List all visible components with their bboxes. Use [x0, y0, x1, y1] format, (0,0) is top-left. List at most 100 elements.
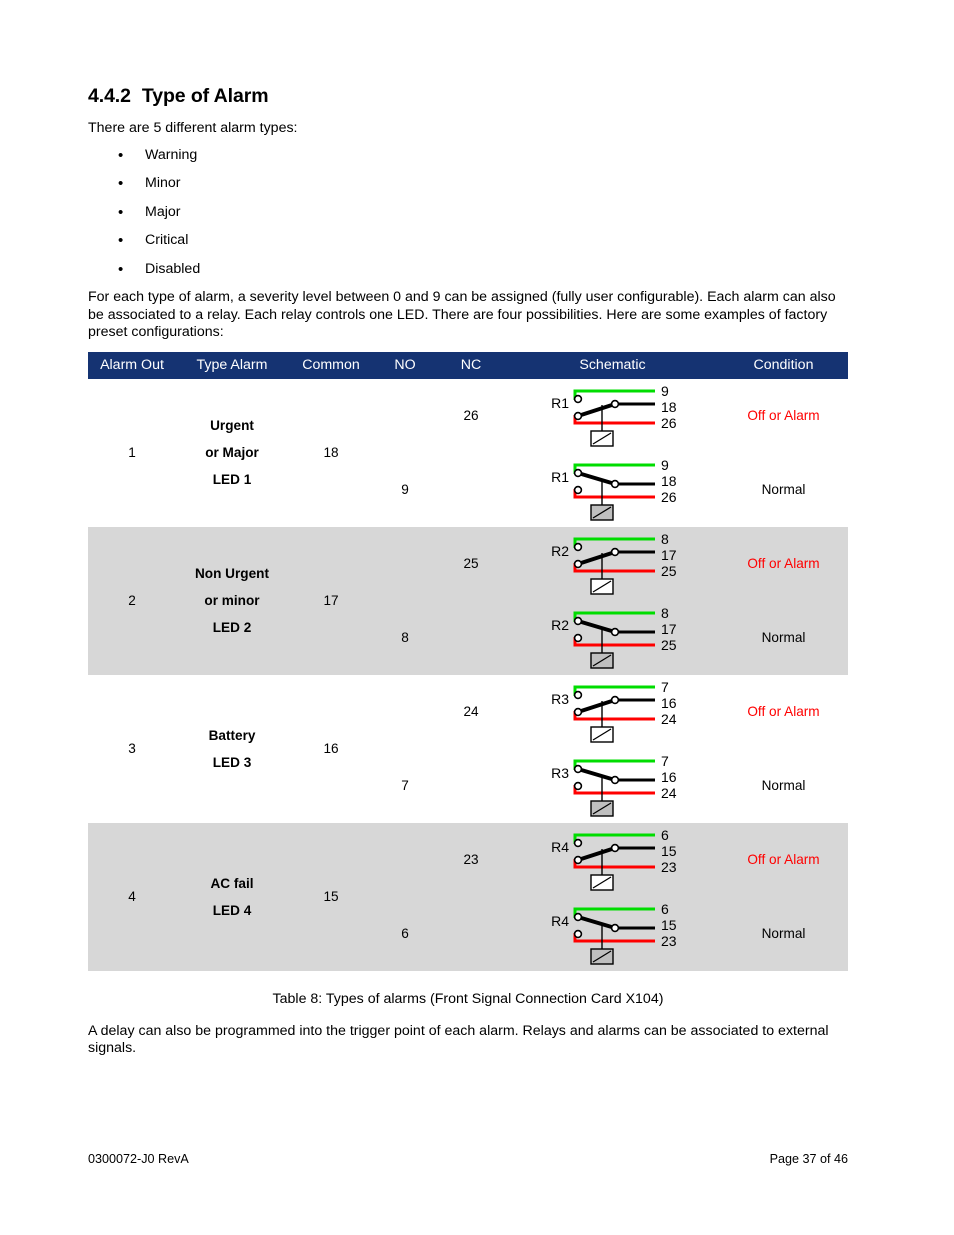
page-footer: 0300072-J0 RevA Page 37 of 46 — [88, 1152, 848, 1166]
condition-alarm: Off or Alarm — [719, 823, 848, 897]
cell-type-alarm: Non Urgent or minor LED 2 — [176, 526, 288, 675]
terminal-number-nc: 6 — [661, 827, 669, 843]
nc-wire — [573, 389, 655, 400]
condition-normal: Normal — [719, 453, 848, 527]
terminal-number-no: 24 — [661, 711, 677, 727]
column-header-condition: Condition — [719, 351, 848, 379]
cell-no: 8 — [374, 526, 436, 675]
document-page: 4.4.2 Type of Alarm There are 5 different… — [0, 0, 954, 1235]
section-number: 4.4.2 — [88, 85, 131, 107]
closing-paragraph: A delay can also be programmed into the … — [88, 1022, 829, 1057]
cell-no: 6 — [374, 822, 436, 971]
common-contact — [610, 923, 619, 933]
intro-paragraph: There are 5 different alarm types: — [88, 120, 298, 137]
condition-alarm: Off or Alarm — [719, 675, 848, 749]
nc-slot-alarm: 26 — [436, 379, 506, 453]
relay-label: R4 — [551, 839, 569, 855]
pivot-contact — [573, 411, 582, 421]
terminal-number-no: 24 — [661, 785, 677, 801]
switch-arm — [575, 401, 617, 418]
nc-value: 25 — [463, 556, 479, 572]
condition-alarm: Off or Alarm — [719, 379, 848, 453]
list-item-label: Disabled — [145, 260, 201, 277]
nc-slot-normal — [436, 601, 506, 675]
terminal-number-no: 25 — [661, 637, 677, 653]
schematic-normal: R1 9 18 26 — [506, 453, 719, 527]
no-slot-alarm — [374, 675, 436, 749]
condition-alarm-label: Off or Alarm — [747, 852, 820, 868]
column-header-nc: NC — [436, 351, 506, 379]
cell-nc: 23 — [436, 822, 506, 971]
open-contact — [573, 394, 582, 404]
alarm-out-value: 1 — [128, 445, 136, 461]
alarm-out-value: 2 — [128, 593, 136, 609]
pivot-contact — [573, 559, 582, 569]
terminal-number-no: 26 — [661, 415, 677, 431]
condition-normal-label: Normal — [761, 482, 806, 498]
cell-alarm-out: 2 — [88, 526, 176, 675]
relay-label: R2 — [551, 543, 569, 559]
list-item: • Critical — [88, 232, 848, 249]
nc-wire — [573, 463, 655, 474]
table-row: 2 Non Urgent or minor LED 2 17 8 25 R2 8… — [88, 526, 848, 675]
common-contact — [610, 775, 619, 785]
type-alarm-line: LED 1 — [212, 472, 252, 488]
list-item: • Disabled — [88, 261, 848, 278]
pivot-contact — [573, 855, 582, 865]
cell-condition: Off or Alarm Normal — [719, 526, 848, 675]
switch-arm — [575, 618, 617, 634]
type-alarm-line: LED 4 — [212, 902, 252, 918]
relay-schematic: R4 6 15 23 — [551, 901, 677, 965]
cell-type-alarm: AC fail LED 4 — [176, 822, 288, 971]
condition-normal-label: Normal — [761, 630, 806, 646]
no-wire — [573, 710, 655, 721]
no-slot-normal: 6 — [374, 897, 436, 971]
cell-common: 17 — [288, 526, 374, 675]
cell-schematic: R2 8 17 25 R2 8 17 25 — [506, 526, 719, 675]
bullet-icon: • — [118, 175, 124, 193]
pivot-contact — [573, 468, 582, 478]
cell-nc: 25 — [436, 526, 506, 675]
cell-alarm-out: 1 — [88, 378, 176, 527]
pivot-contact — [573, 912, 582, 922]
relay-schematic: R3 7 16 24 — [551, 679, 677, 743]
no-wire — [573, 414, 655, 425]
type-alarm-line: Non Urgent — [194, 566, 269, 582]
nc-value: 26 — [463, 408, 479, 424]
schematic-alarm: R1 9 18 26 — [506, 379, 719, 453]
cell-schematic: R3 7 16 24 R3 7 16 24 — [506, 674, 719, 823]
terminal-number-no: 23 — [661, 933, 677, 949]
type-alarm-line: or minor — [204, 593, 260, 609]
alarm-out-value: 4 — [128, 889, 136, 905]
schematic-normal: R4 6 15 23 — [506, 897, 719, 971]
cell-type-alarm: Urgent or Major LED 1 — [176, 378, 288, 527]
relay-label: R4 — [551, 913, 569, 929]
cell-alarm-out: 4 — [88, 822, 176, 971]
footer-doc-id: 0300072-J0 RevA — [88, 1152, 189, 1166]
relay-schematic: R2 8 17 25 — [551, 605, 677, 669]
condition-normal-label: Normal — [761, 778, 806, 794]
relay-schematic: R3 7 16 24 — [551, 753, 677, 817]
page-content: 4.4.2 Type of Alarm There are 5 different… — [88, 85, 848, 1058]
common-contact — [610, 399, 619, 409]
terminal-number-common: 16 — [661, 769, 677, 785]
type-alarm-line: Urgent — [210, 418, 254, 434]
terminal-number-nc: 9 — [661, 383, 669, 399]
column-header-no: NO — [374, 351, 436, 379]
common-contact — [610, 695, 619, 705]
terminal-number-nc: 6 — [661, 901, 669, 917]
cell-nc: 26 — [436, 378, 506, 527]
no-slot-alarm — [374, 379, 436, 453]
terminal-number-nc: 8 — [661, 531, 669, 547]
terminal-number-common: 15 — [661, 917, 677, 933]
nc-slot-alarm: 23 — [436, 823, 506, 897]
pivot-contact — [573, 764, 582, 774]
bullet-icon: • — [118, 146, 124, 164]
condition-normal: Normal — [719, 749, 848, 823]
footer-page-number: Page 37 of 46 — [769, 1152, 848, 1166]
relay-label: R2 — [551, 617, 569, 633]
relay-label: R3 — [551, 765, 569, 781]
cell-nc: 24 — [436, 674, 506, 823]
condition-alarm-label: Off or Alarm — [747, 704, 820, 720]
table-caption: Table 8: Types of alarms (Front Signal C… — [272, 990, 664, 1007]
